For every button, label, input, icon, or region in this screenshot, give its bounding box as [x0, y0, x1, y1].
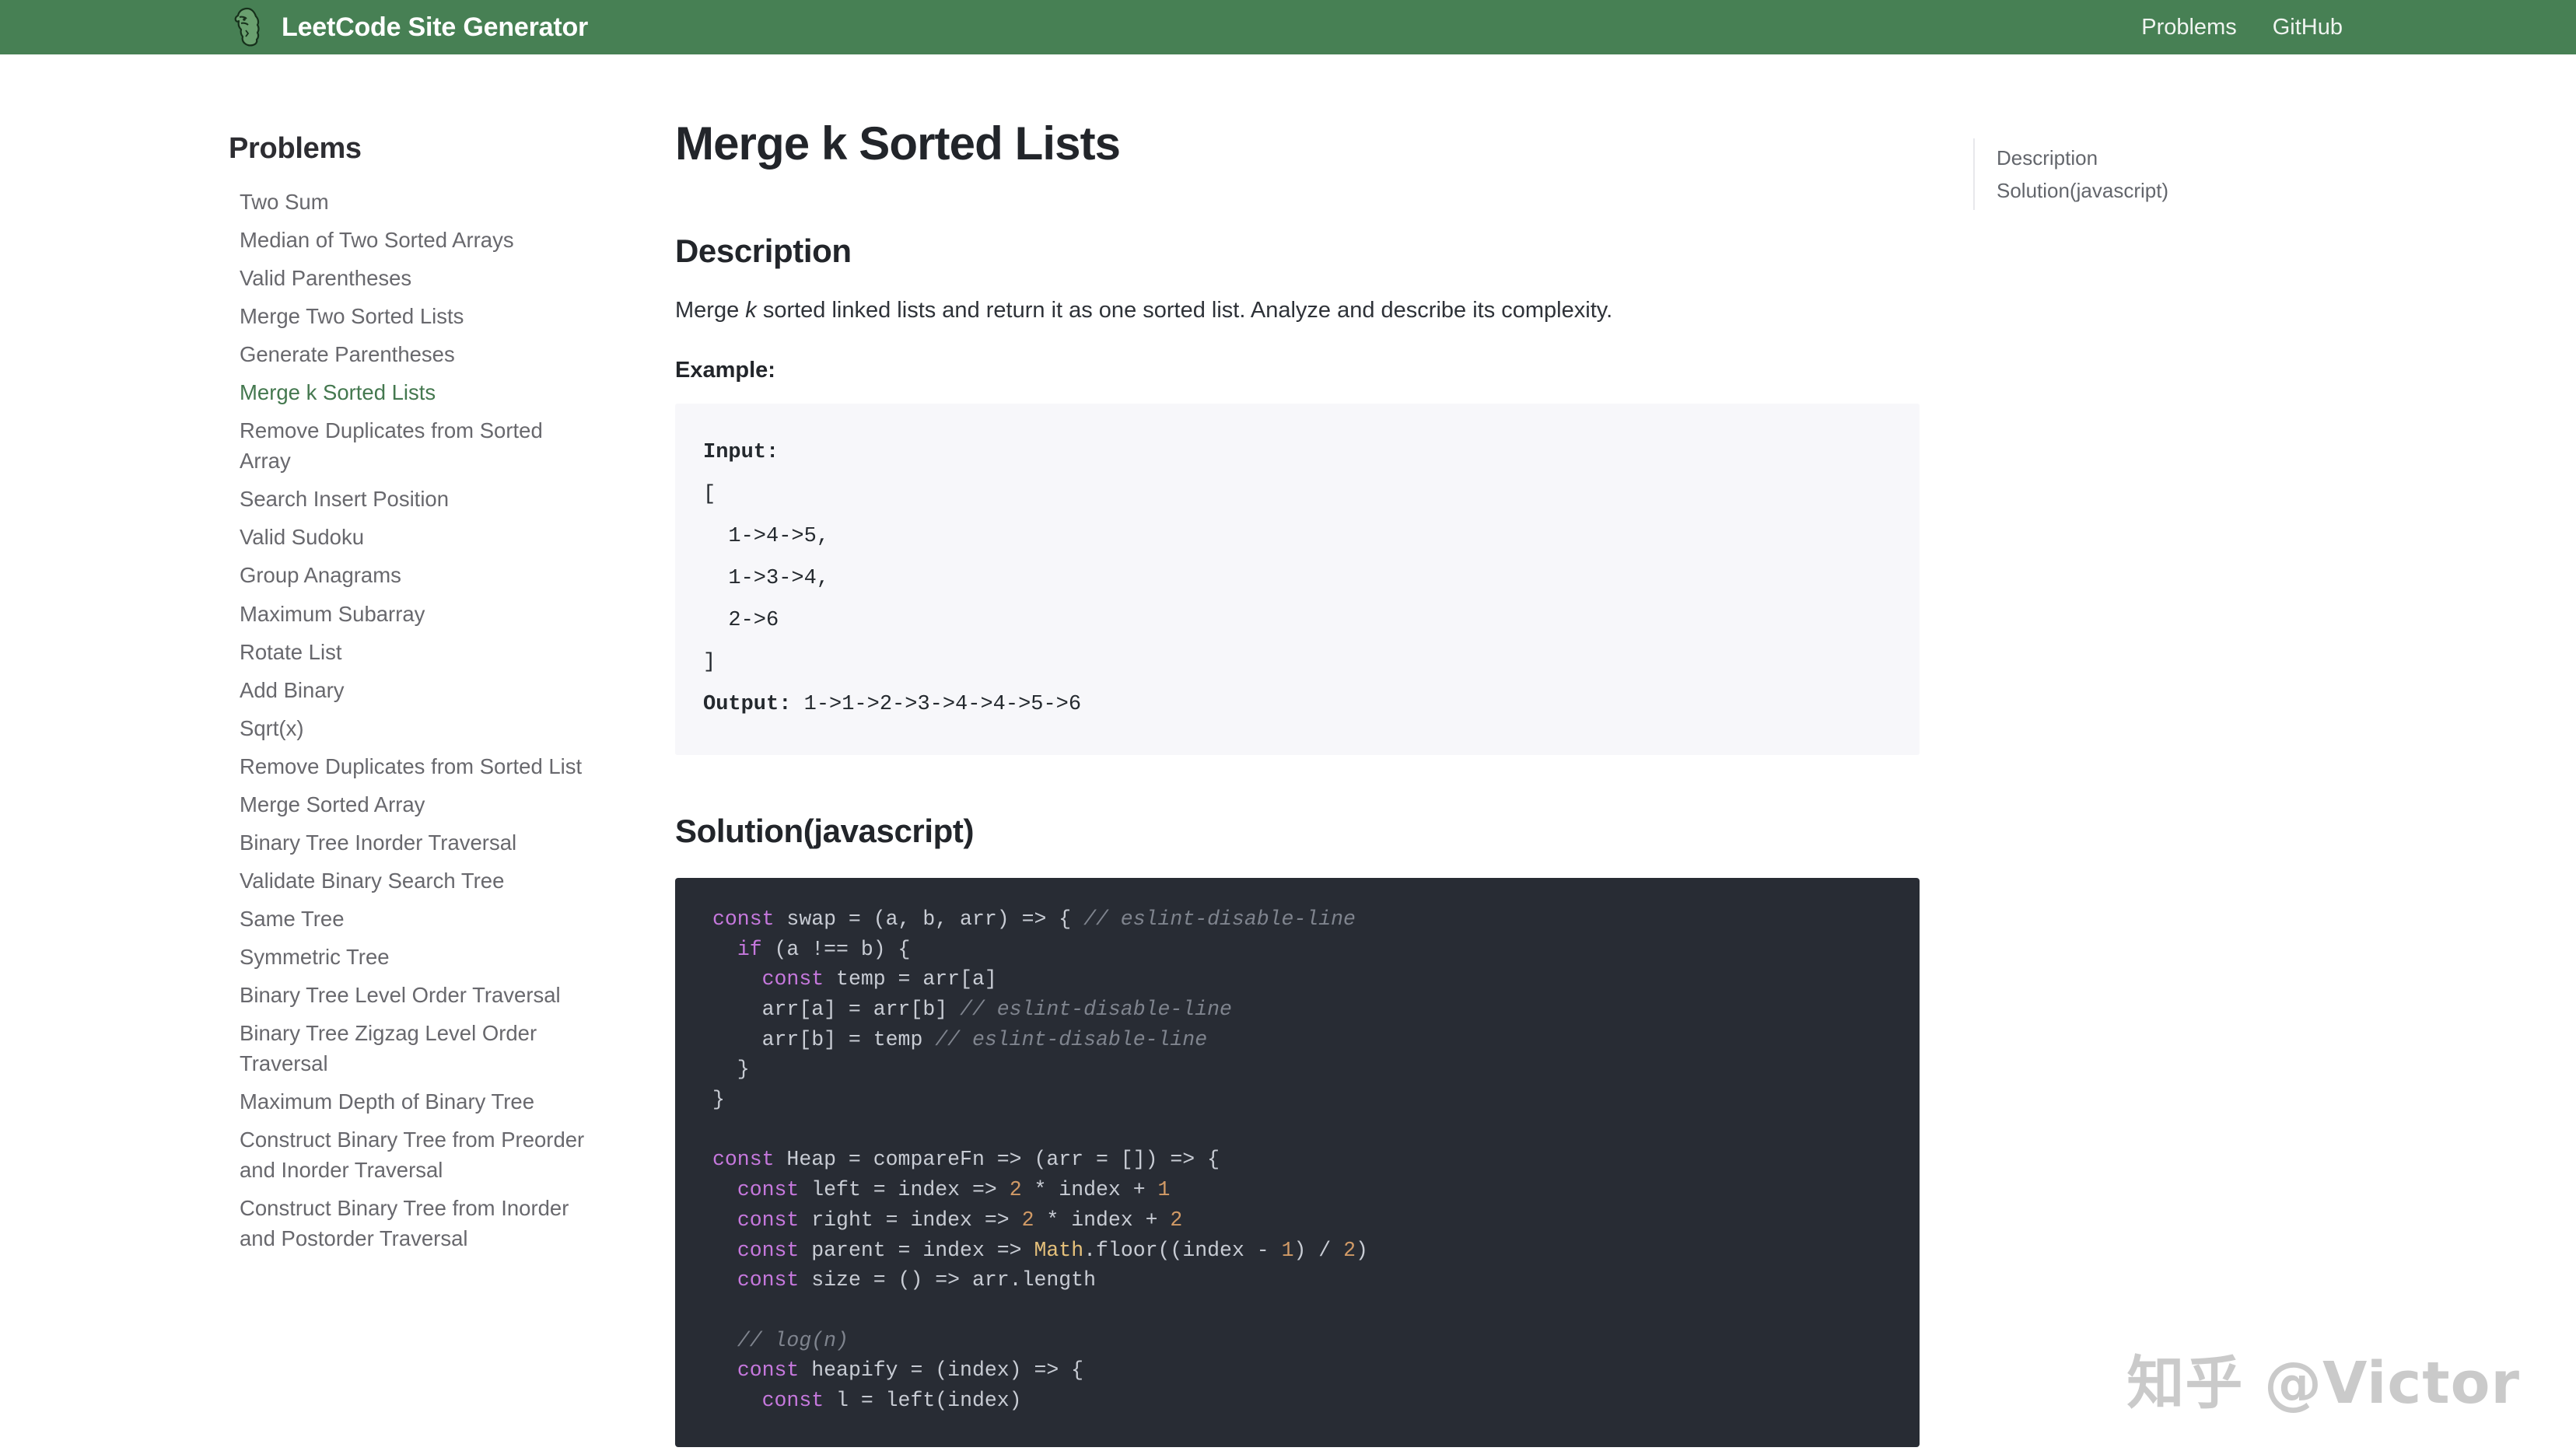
sidebar-item-add-binary[interactable]: Add Binary — [226, 671, 591, 709]
description-suffix: sorted linked lists and return it as one… — [756, 298, 1613, 323]
sidebar-item-maximum-subarray[interactable]: Maximum Subarray — [226, 595, 591, 633]
sidebar-item-binary-tree-zigzag-level-order-traversal[interactable]: Binary Tree Zigzag Level Order Traversal — [226, 1014, 591, 1082]
brand-title: LeetCode Site Generator — [282, 12, 589, 42]
sidebar-item-remove-duplicates-from-sorted-array[interactable]: Remove Duplicates from Sorted Array — [226, 411, 591, 480]
sidebar-item-maximum-depth-of-binary-tree[interactable]: Maximum Depth of Binary Tree — [226, 1082, 591, 1121]
list-item: Same Tree — [226, 900, 591, 938]
site-header: LeetCode Site Generator Problems GitHub — [0, 0, 2576, 54]
list-item: Merge Two Sorted Lists — [226, 297, 591, 335]
watermark: 知乎 @Victor — [2126, 1350, 2520, 1417]
list-item: Group Anagrams — [226, 556, 591, 594]
description-prefix: Merge — [675, 298, 746, 323]
sidebar-item-merge-sorted-array[interactable]: Merge Sorted Array — [226, 785, 591, 823]
nav-link-github[interactable]: GitHub — [2273, 15, 2343, 40]
list-item: Search Insert Position — [226, 480, 591, 518]
list-item: Add Binary — [226, 671, 591, 709]
sidebar-item-median-of-two-sorted-arrays[interactable]: Median of Two Sorted Arrays — [226, 221, 591, 259]
toc-link-solution-javascript[interactable]: Solution(javascript) — [1997, 174, 2347, 207]
sidebar-heading: Problems — [229, 132, 362, 165]
list-item: Rotate List — [226, 633, 591, 671]
example-output-value: 1->1->2->3->4->4->5->6 — [803, 692, 1082, 716]
sidebar-item-generate-parentheses[interactable]: Generate Parentheses — [226, 335, 591, 373]
description-paragraph: Merge k sorted linked lists and return i… — [675, 293, 1920, 328]
list-item: Generate Parentheses — [226, 335, 591, 373]
sidebar-item-construct-binary-tree-from-inorder-and-postorder-traversal[interactable]: Construct Binary Tree from Inorder and P… — [226, 1189, 591, 1257]
sidebar-item-construct-binary-tree-from-preorder-and-inorder-traversal[interactable]: Construct Binary Tree from Preorder and … — [226, 1121, 591, 1189]
example-code-block: Input: [ 1->4->5, 1->3->4, 2->6 ] Output… — [675, 403, 1920, 755]
toc-inner: Description Solution(javascript) — [1973, 138, 2347, 210]
sidebar-item-search-insert-position[interactable]: Search Insert Position — [226, 480, 591, 518]
list-item: Merge k Sorted Lists — [226, 373, 591, 411]
list-item: Construct Binary Tree from Preorder and … — [226, 1121, 591, 1189]
page-body: Problems Two Sum Median of Two Sorted Arr… — [0, 54, 2576, 1451]
list-item: Merge Sorted Array — [226, 785, 591, 823]
sidebar-item-validate-binary-search-tree[interactable]: Validate Binary Search Tree — [226, 862, 591, 900]
example-input-label: Input: — [703, 440, 779, 464]
example-label: Example: — [675, 357, 775, 383]
sidebar-item-merge-two-sorted-lists[interactable]: Merge Two Sorted Lists — [226, 297, 591, 335]
sidebar-item-sqrt-x[interactable]: Sqrt(x) — [226, 709, 591, 747]
list-item: Binary Tree Inorder Traversal — [226, 823, 591, 862]
list-item: Valid Parentheses — [226, 259, 591, 297]
example-input-body: [ 1->4->5, 1->3->4, 2->6 ] — [703, 482, 830, 674]
sidebar-item-valid-parentheses[interactable]: Valid Parentheses — [226, 259, 591, 297]
sidebar-item-merge-k-sorted-lists[interactable]: Merge k Sorted Lists — [226, 373, 591, 411]
list-item: Valid Sudoku — [226, 518, 591, 556]
sidebar-item-symmetric-tree[interactable]: Symmetric Tree — [226, 938, 591, 976]
list-item: Binary Tree Level Order Traversal — [226, 976, 591, 1014]
list-item: Two Sum — [226, 183, 591, 221]
example-output-label: Output: — [703, 692, 792, 716]
sidebar-item-two-sum[interactable]: Two Sum — [226, 183, 591, 221]
main-content: Merge k Sorted Lists Description Merge k… — [675, 54, 1920, 1451]
sidebar-item-group-anagrams[interactable]: Group Anagrams — [226, 556, 591, 594]
list-item: Remove Duplicates from Sorted Array — [226, 411, 591, 480]
list-item: Maximum Depth of Binary Tree — [226, 1082, 591, 1121]
solution-code-block: const swap = (a, b, arr) => { // eslint-… — [675, 877, 1920, 1447]
toc-link-description[interactable]: Description — [1997, 142, 2347, 174]
page-title: Merge k Sorted Lists — [675, 117, 1121, 170]
list-item: Validate Binary Search Tree — [226, 862, 591, 900]
sidebar-item-remove-duplicates-from-sorted-list[interactable]: Remove Duplicates from Sorted List — [226, 747, 591, 785]
list-item: Binary Tree Zigzag Level Order Traversal — [226, 1014, 591, 1082]
nav-link-problems[interactable]: Problems — [2141, 15, 2237, 40]
list-item: Maximum Subarray — [226, 595, 591, 633]
table-of-contents: Description Solution(javascript) — [1973, 54, 2347, 210]
sidebar-item-binary-tree-level-order-traversal[interactable]: Binary Tree Level Order Traversal — [226, 976, 591, 1014]
list-item: Sqrt(x) — [226, 709, 591, 747]
list-item: Symmetric Tree — [226, 938, 591, 976]
description-heading: Description — [675, 233, 852, 269]
sidebar: Problems Two Sum Median of Two Sorted Arr… — [226, 54, 591, 1451]
problem-list: Two Sum Median of Two Sorted Arrays Valid … — [226, 183, 591, 1257]
solution-heading: Solution(javascript) — [675, 812, 975, 849]
list-item: Construct Binary Tree from Inorder and P… — [226, 1189, 591, 1257]
sidebar-item-binary-tree-inorder-traversal[interactable]: Binary Tree Inorder Traversal — [226, 823, 591, 862]
description-emphasis-k: k — [745, 298, 757, 323]
list-item: Remove Duplicates from Sorted List — [226, 747, 591, 785]
sidebar-item-valid-sudoku[interactable]: Valid Sudoku — [226, 518, 591, 556]
list-item: Median of Two Sorted Arrays — [226, 221, 591, 259]
brand-home-link[interactable]: LeetCode Site Generator — [232, 7, 588, 47]
gatsby-dino-logo-icon — [232, 7, 264, 47]
sidebar-item-same-tree[interactable]: Same Tree — [226, 900, 591, 938]
header-nav: Problems GitHub — [2141, 15, 2343, 40]
sidebar-item-rotate-list[interactable]: Rotate List — [226, 633, 591, 671]
